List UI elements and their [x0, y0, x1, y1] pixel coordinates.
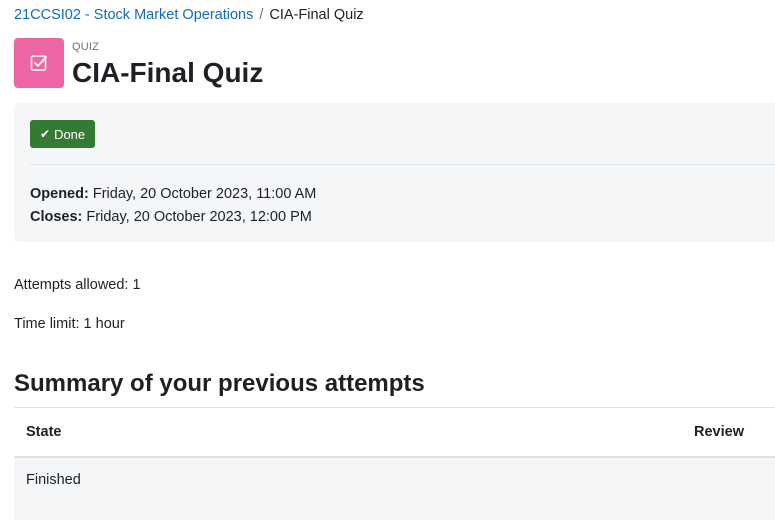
- breadcrumb-course-link[interactable]: 21CCSI02 - Stock Market Operations: [14, 7, 253, 23]
- summary-heading: Summary of your previous attempts: [14, 370, 425, 397]
- activity-type-label: QUIZ: [72, 41, 100, 53]
- time-limit: Time limit: 1 hour: [14, 316, 125, 332]
- attempt-review-cell: [363, 457, 775, 520]
- quiz-checkbox-icon: [14, 38, 64, 88]
- opened-date: Opened: Friday, 20 October 2023, 11:00 A…: [30, 183, 316, 206]
- completion-done-badge: ✔ Done: [30, 120, 96, 148]
- page-title: CIA-Final Quiz: [72, 57, 264, 88]
- attempts-summary-table: State Review Finished: [14, 407, 775, 520]
- checkmark-icon: ✔: [40, 127, 51, 141]
- opened-value: Friday, 20 October 2023, 11:00 AM: [92, 186, 317, 202]
- breadcrumb: 21CCSI02 - Stock Market Operations / CIA-F…: [14, 6, 364, 24]
- divider: [30, 164, 775, 165]
- closes-value: Friday, 20 October 2023, 12:00 PM: [86, 209, 312, 225]
- activity-dates: Opened: Friday, 20 October 2023, 11:00 A…: [30, 183, 316, 229]
- opened-label: Opened:: [30, 186, 89, 202]
- attempts-allowed: Attempts allowed: 1: [14, 277, 141, 293]
- column-header-review: Review: [363, 407, 775, 458]
- closes-label: Closes:: [30, 209, 83, 225]
- breadcrumb-current: CIA-Final Quiz: [269, 7, 364, 23]
- table-row: Finished: [14, 457, 775, 520]
- breadcrumb-separator: /: [259, 7, 264, 23]
- activity-information-panel: ✔ Done Opened: Friday, 20 October 2023, …: [14, 103, 775, 242]
- column-header-state: State: [14, 407, 364, 458]
- table-header-row: State Review: [14, 407, 775, 458]
- done-label: Done: [54, 126, 86, 142]
- closes-date: Closes: Friday, 20 October 2023, 12:00 P…: [30, 206, 316, 229]
- attempt-state-cell: Finished: [14, 457, 364, 520]
